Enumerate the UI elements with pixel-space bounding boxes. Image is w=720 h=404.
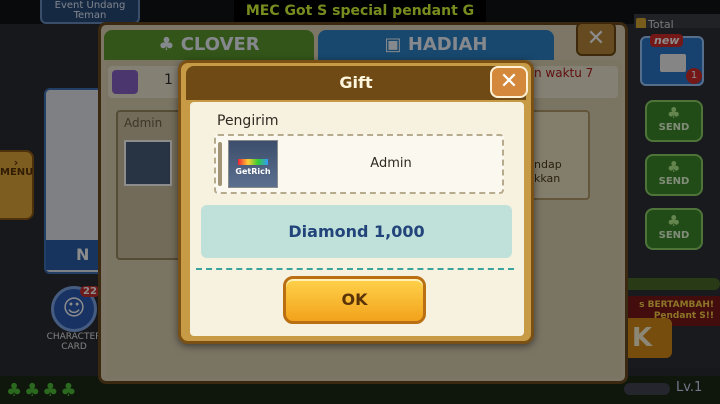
ok-button[interactable]: OK bbox=[283, 276, 426, 324]
sender-label: Pengirim bbox=[217, 113, 279, 129]
gift-dialog-title: Gift bbox=[339, 73, 373, 92]
logo-mark bbox=[238, 159, 268, 165]
sender-name: Admin bbox=[370, 156, 412, 171]
divider bbox=[196, 268, 514, 270]
sender-pill bbox=[218, 142, 222, 186]
getrich-logo-icon: GetRich bbox=[228, 140, 278, 188]
gift-value: Diamond 1,000 bbox=[201, 205, 512, 258]
sender-logo-text: GetRich bbox=[235, 167, 271, 176]
close-icon[interactable]: ✕ bbox=[490, 66, 528, 98]
